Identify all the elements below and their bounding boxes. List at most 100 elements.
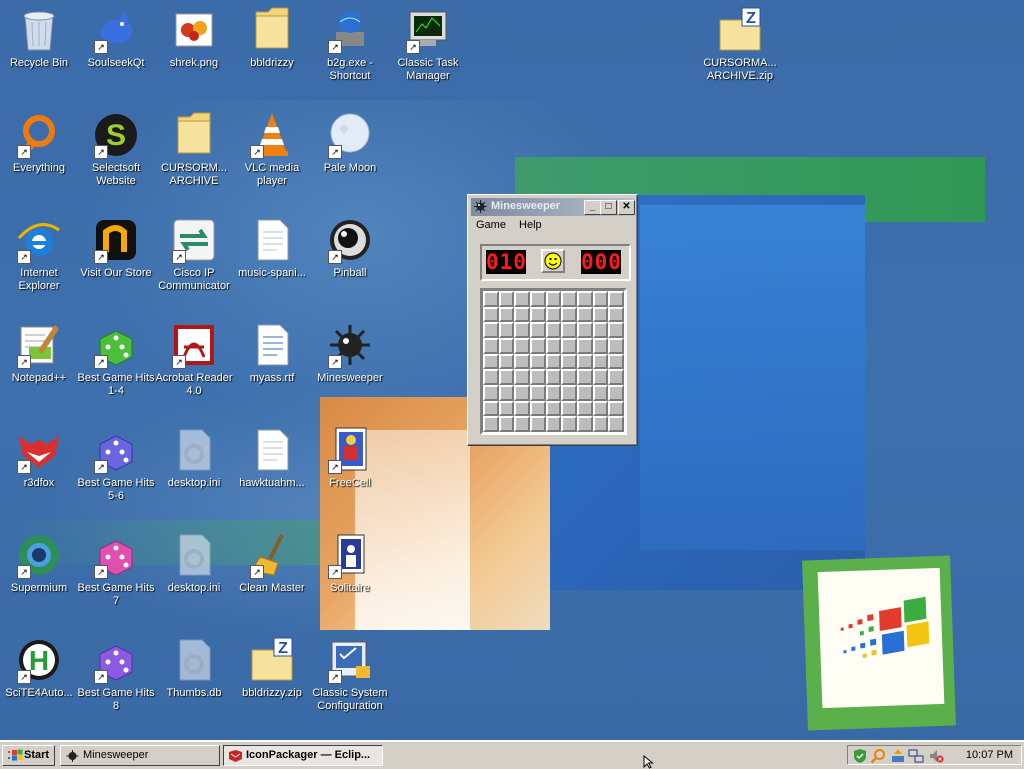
desktop-icon[interactable]: ↗ FreeCell: [311, 426, 389, 490]
window-titlebar[interactable]: Minesweeper _ □ ✕: [471, 198, 635, 216]
mine-cell[interactable]: [483, 306, 499, 323]
security-shield-icon[interactable]: [852, 748, 868, 764]
mine-cell[interactable]: [577, 353, 593, 370]
mine-cell[interactable]: [577, 416, 593, 432]
desktop-icon[interactable]: ↗ Best Game Hits 8: [77, 636, 155, 713]
search-icon[interactable]: [870, 748, 886, 764]
taskbar-button-minesweeper[interactable]: Minesweeper: [60, 745, 220, 766]
menu-help[interactable]: Help: [514, 217, 547, 233]
mine-cell[interactable]: [608, 338, 624, 354]
mine-cell[interactable]: [561, 385, 577, 401]
mine-cell[interactable]: [577, 385, 593, 401]
desktop-icon[interactable]: ↗ Everything: [0, 111, 78, 175]
mine-cell[interactable]: [608, 353, 624, 370]
mine-cell[interactable]: [545, 338, 562, 354]
desktop-icon[interactable]: ↗ Internet Explorer: [0, 216, 78, 293]
mine-cell[interactable]: [608, 385, 624, 401]
mine-cell[interactable]: [483, 338, 499, 354]
mine-cell[interactable]: [514, 322, 530, 338]
mine-cell[interactable]: [592, 291, 609, 307]
desktop-icon[interactable]: ↗ Best Game Hits 1-4: [77, 321, 155, 398]
mine-cell[interactable]: [592, 322, 609, 338]
mine-cell[interactable]: [608, 291, 624, 307]
desktop-icon[interactable]: H ↗ SciTE4Auto...: [0, 636, 78, 700]
desktop-icon[interactable]: S ↗ Selectsoft Website: [77, 111, 155, 188]
mine-cell[interactable]: [545, 400, 562, 417]
mine-cell[interactable]: [530, 385, 546, 401]
desktop-icon[interactable]: CURSORM... ARCHIVE: [155, 111, 233, 188]
desktop-icon[interactable]: desktop.ini: [155, 426, 233, 490]
mine-cell[interactable]: [514, 385, 530, 401]
mine-cell[interactable]: [545, 306, 562, 323]
mine-cell[interactable]: [577, 369, 593, 385]
mine-cell[interactable]: [608, 306, 624, 323]
mine-cell[interactable]: [608, 416, 624, 432]
mine-cell[interactable]: [577, 338, 593, 354]
desktop-icon[interactable]: ↗ Pale Moon: [311, 111, 389, 175]
desktop-icon[interactable]: ↗ Visit Our Store: [77, 216, 155, 280]
mine-cell[interactable]: [483, 385, 499, 401]
desktop-icon[interactable]: music-spani...: [233, 216, 311, 280]
mine-cell[interactable]: [483, 353, 499, 370]
desktop-icon[interactable]: ↗ Supermium: [0, 531, 78, 595]
desktop-icon[interactable]: Z CURSORMA... ARCHIVE.zip: [701, 6, 779, 83]
mine-cell[interactable]: [545, 322, 562, 338]
mine-cell[interactable]: [592, 306, 609, 323]
desktop-icon[interactable]: ↗ Clean Master: [233, 531, 311, 595]
mine-cell[interactable]: [608, 400, 624, 417]
mine-cell[interactable]: [498, 291, 515, 307]
desktop-icon[interactable]: ↗ Pinball: [311, 216, 389, 280]
smiley-face-button[interactable]: [541, 249, 565, 273]
desktop-icon[interactable]: ↗ Classic System Configuration: [311, 636, 389, 713]
desktop-icon[interactable]: ↗ Best Game Hits 5-6: [77, 426, 155, 503]
desktop-icon[interactable]: bbldrizzy: [233, 6, 311, 70]
mine-cell[interactable]: [592, 369, 609, 385]
desktop-icon[interactable]: shrek.png: [155, 6, 233, 70]
start-button[interactable]: Start: [2, 745, 55, 766]
minefield-grid[interactable]: [480, 288, 627, 435]
mine-cell[interactable]: [592, 385, 609, 401]
close-button[interactable]: ✕: [618, 200, 635, 215]
mine-cell[interactable]: [530, 353, 546, 370]
minesweeper-window[interactable]: Minesweeper _ □ ✕ Game Help 010 000: [467, 194, 638, 446]
desktop-icon[interactable]: ↗ VLC media player: [233, 111, 311, 188]
mine-cell[interactable]: [498, 400, 515, 417]
mine-cell[interactable]: [577, 291, 593, 307]
mine-cell[interactable]: [530, 291, 546, 307]
mine-cell[interactable]: [483, 291, 499, 307]
desktop-icon[interactable]: ↗ Cisco IP Communicator: [155, 216, 233, 293]
mine-cell[interactable]: [561, 416, 577, 432]
mine-cell[interactable]: [530, 400, 546, 417]
mine-cell[interactable]: [561, 353, 577, 370]
mine-cell[interactable]: [483, 369, 499, 385]
volume-muted-icon[interactable]: [928, 748, 944, 764]
desktop-icon[interactable]: Zbbldrizzy.zip: [233, 636, 311, 700]
mine-cell[interactable]: [498, 353, 515, 370]
mine-cell[interactable]: [514, 291, 530, 307]
taskbar-button-iconpackager[interactable]: IconPackager — Eclip...: [223, 745, 383, 766]
mine-cell[interactable]: [561, 400, 577, 417]
mine-cell[interactable]: [561, 322, 577, 338]
mine-cell[interactable]: [530, 416, 546, 432]
mine-cell[interactable]: [592, 400, 609, 417]
desktop-icon[interactable]: ↗ Minesweeper: [311, 321, 389, 385]
desktop-icon[interactable]: ↗ Acrobat Reader 4.0: [155, 321, 233, 398]
desktop-icon[interactable]: ↗ b2g.exe - Shortcut: [311, 6, 389, 83]
mine-cell[interactable]: [514, 353, 530, 370]
mine-cell[interactable]: [498, 322, 515, 338]
mine-cell[interactable]: [545, 369, 562, 385]
mine-cell[interactable]: [577, 306, 593, 323]
mine-cell[interactable]: [561, 306, 577, 323]
mine-cell[interactable]: [483, 400, 499, 417]
mine-cell[interactable]: [577, 322, 593, 338]
desktop-icon[interactable]: ↗ Best Game Hits 7: [77, 531, 155, 608]
mine-cell[interactable]: [530, 369, 546, 385]
mine-cell[interactable]: [498, 416, 515, 432]
mine-cell[interactable]: [608, 369, 624, 385]
mine-cell[interactable]: [514, 306, 530, 323]
mine-cell[interactable]: [592, 416, 609, 432]
mine-cell[interactable]: [545, 353, 562, 370]
mine-cell[interactable]: [561, 291, 577, 307]
mine-cell[interactable]: [561, 338, 577, 354]
mine-cell[interactable]: [498, 385, 515, 401]
